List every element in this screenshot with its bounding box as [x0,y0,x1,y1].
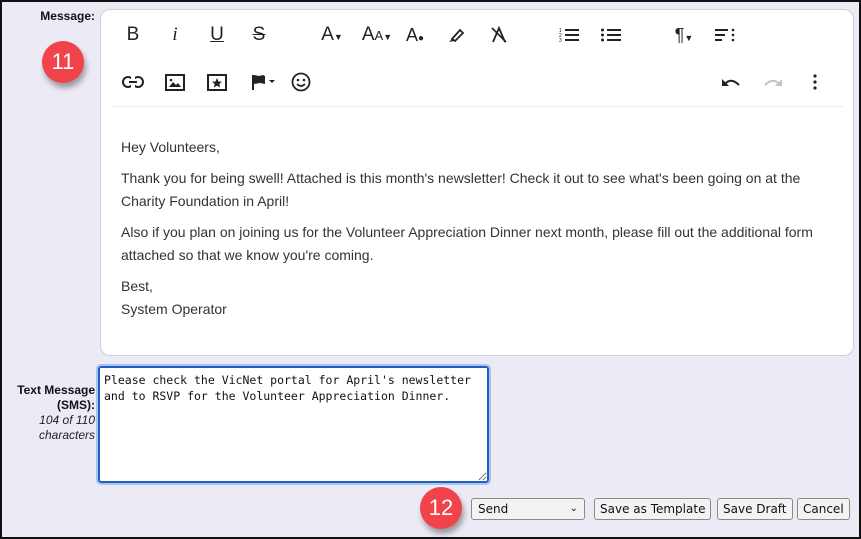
save-draft-button[interactable]: Save Draft [717,498,793,520]
link-icon [122,76,144,88]
emoji-button[interactable] [287,62,315,102]
step-badge-12: 12 [420,487,462,529]
image-icon [165,73,185,91]
underline-icon: U [210,24,224,45]
font-family-button[interactable]: A▼ [315,15,349,55]
sms-char-count-unit: characters [38,428,95,442]
toolbar-divider [111,106,843,107]
rich-text-editor[interactable]: B i U S A▼ AA▼ A● 123 ¶▼ Hey Volunteers,… [100,9,854,356]
svg-text:3: 3 [559,38,562,43]
editor-paragraph: Best, [121,278,153,294]
editor-content[interactable]: Hey Volunteers, Thank you for being swel… [121,136,837,329]
undo-button[interactable] [717,62,745,102]
message-label: Message: [40,9,95,23]
align-icon [715,28,735,42]
clear-format-button[interactable] [485,15,513,55]
more-options-button[interactable] [801,62,829,102]
video-button[interactable] [203,62,231,102]
bold-icon: B [126,24,140,45]
toolbar-row-formatting: B i U S A▼ AA▼ A● 123 ¶▼ [101,15,853,55]
toolbar-row-insert [101,62,853,102]
italic-button[interactable]: i [161,15,189,55]
save-as-template-button[interactable]: Save as Template [594,498,712,520]
ordered-list-button[interactable]: 123 [555,15,583,55]
send-select-value: Send [478,502,509,516]
highlight-icon [449,28,465,43]
step-badge-11: 11 [42,41,84,83]
sms-textarea[interactable]: Please check the VicNet portal for April… [96,364,491,485]
highlight-button[interactable] [443,15,471,55]
paragraph-icon: ¶▼ [674,24,694,45]
sms-char-count: 104 of 110 [39,413,95,427]
emoji-icon [291,72,311,92]
chevron-down-icon: ⌄ [569,503,578,514]
font-size-button[interactable]: AA▼ [357,15,397,55]
sms-label-line1: Text Message [17,383,95,397]
editor-paragraph: Hey Volunteers, [121,139,220,155]
image-button[interactable] [161,62,189,102]
video-icon [207,73,227,91]
unordered-list-icon [601,28,621,42]
strikethrough-button[interactable]: S [245,15,273,55]
redo-icon [764,79,782,86]
editor-paragraph: Thank you for being swell! Attached is t… [121,170,801,209]
clear-format-icon [491,26,507,43]
sms-label-line2: (SMS): [57,398,95,412]
ordered-list-icon: 123 [559,28,579,43]
bold-button[interactable]: B [119,15,147,55]
editor-paragraph: System Operator [121,301,227,317]
sms-label: Text Message (SMS): 104 of 110 character… [17,383,95,443]
send-action-select[interactable]: Send ⌄ [471,498,585,520]
text-color-icon: A● [405,24,425,45]
editor-paragraph: Also if you plan on joining us for the V… [121,224,813,263]
cancel-button[interactable]: Cancel [797,498,850,520]
unordered-list-button[interactable] [597,15,625,55]
underline-button[interactable]: U [203,15,231,55]
align-button[interactable] [711,15,739,55]
font-size-icon: AA▼ [361,24,393,45]
text-color-button[interactable]: A● [401,15,429,55]
italic-icon: i [172,24,178,45]
undo-icon [722,79,740,86]
flag-icon [252,75,275,90]
redo-button [759,62,787,102]
paragraph-button[interactable]: ¶▼ [667,15,701,55]
strikethrough-icon: S [252,24,266,45]
more-icon [813,74,817,90]
font-family-icon: A▼ [321,24,343,45]
flag-button[interactable] [245,62,281,102]
link-button[interactable] [119,62,147,102]
